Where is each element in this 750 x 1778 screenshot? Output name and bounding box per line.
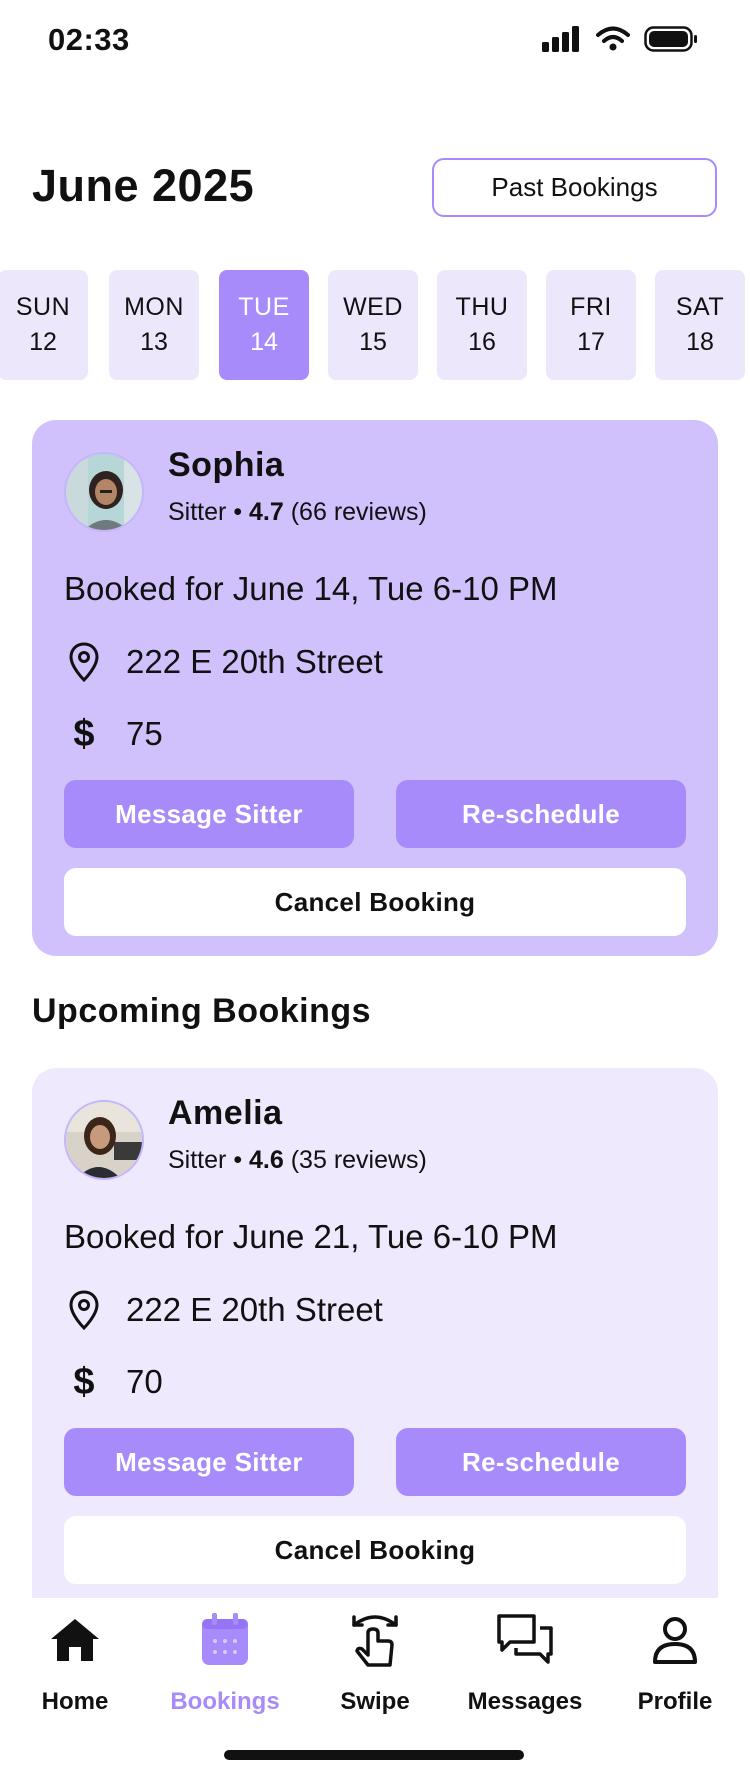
price-text: 70: [126, 1363, 163, 1400]
address-text: 222 E 20th Street: [126, 643, 383, 680]
sitter-reviews: (66 reviews): [290, 498, 427, 526]
day-name: MON: [124, 293, 184, 321]
separator-dot: •: [233, 1146, 250, 1174]
nav-label: Home: [41, 1688, 109, 1715]
nav-messages[interactable]: Messages: [450, 1610, 600, 1716]
bottom-nav: Home Bookings Swipe Messages Profile: [0, 1598, 750, 1778]
separator-dot: •: [233, 498, 250, 526]
battery-icon: [644, 26, 698, 57]
dollar-icon: $: [73, 712, 95, 755]
sitter-rating: 4.7: [249, 498, 284, 526]
day-tue-selected[interactable]: TUE 14: [219, 270, 309, 380]
day-sun[interactable]: SUN 12: [0, 270, 88, 380]
price-text: 75: [126, 715, 163, 752]
price-row: $ 75: [64, 712, 163, 756]
status-time: 02:33: [48, 22, 130, 57]
sitter-role: Sitter: [168, 498, 227, 526]
day-name: SAT: [675, 293, 725, 321]
sitter-meta: Sitter • 4.6 (35 reviews): [168, 1146, 427, 1175]
user-icon: [645, 1610, 705, 1670]
calendar-icon: [195, 1610, 255, 1670]
nav-label: Messages: [467, 1688, 583, 1715]
upcoming-booking-card: Amelia Sitter • 4.6 (35 reviews) Booked …: [32, 1068, 718, 1598]
sitter-name: Sophia: [168, 446, 285, 484]
day-name: SUN: [15, 293, 71, 321]
day-name: FRI: [570, 293, 612, 321]
reschedule-button[interactable]: Re-schedule: [396, 780, 686, 848]
avatar: [64, 1100, 144, 1180]
day-number: 16: [468, 328, 496, 356]
home-icon: [45, 1610, 105, 1670]
day-number: 18: [686, 328, 714, 356]
day-thu[interactable]: THU 16: [437, 270, 527, 380]
day-number: 17: [577, 328, 605, 356]
swipe-gesture-icon: [345, 1610, 405, 1670]
nav-swipe[interactable]: Swipe: [300, 1610, 450, 1716]
nav-label: Bookings: [170, 1688, 280, 1715]
nav-profile[interactable]: Profile: [600, 1610, 750, 1716]
booking-time: Booked for June 14, Tue 6-10 PM: [64, 570, 558, 607]
status-icons: [542, 26, 698, 57]
wifi-icon: [596, 26, 630, 57]
day-mon[interactable]: MON 13: [109, 270, 199, 380]
avatar: [64, 452, 144, 532]
sitter-name: Amelia: [168, 1094, 283, 1132]
nav-bookings[interactable]: Bookings: [150, 1610, 300, 1716]
sitter-role: Sitter: [168, 1146, 227, 1174]
chat-bubbles-icon: [495, 1610, 555, 1670]
day-sat[interactable]: SAT 18: [655, 270, 745, 380]
home-indicator: [224, 1750, 524, 1760]
status-bar: 02:33: [0, 0, 750, 90]
cellular-signal-icon: [542, 26, 582, 57]
sitter-reviews: (35 reviews): [290, 1146, 427, 1174]
day-name: TUE: [238, 293, 290, 321]
current-booking-card: Sophia Sitter • 4.7 (66 reviews) Booked …: [32, 420, 718, 956]
day-name: THU: [455, 293, 509, 321]
day-name: WED: [343, 293, 403, 321]
message-sitter-button[interactable]: Message Sitter: [64, 1428, 354, 1496]
location-pin-icon: [64, 640, 104, 684]
cancel-booking-button[interactable]: Cancel Booking: [64, 868, 686, 936]
nav-label: Profile: [637, 1688, 713, 1715]
past-bookings-button[interactable]: Past Bookings: [432, 158, 717, 217]
day-number: 14: [250, 328, 278, 356]
price-row: $ 70: [64, 1360, 163, 1404]
dollar-icon: $: [73, 1360, 95, 1403]
address-row: 222 E 20th Street: [64, 640, 383, 684]
booking-time: Booked for June 21, Tue 6-10 PM: [64, 1218, 558, 1255]
day-number: 12: [29, 328, 57, 356]
sitter-rating: 4.6: [249, 1146, 284, 1174]
day-number: 13: [140, 328, 168, 356]
sitter-meta: Sitter • 4.7 (66 reviews): [168, 498, 427, 527]
cancel-booking-button[interactable]: Cancel Booking: [64, 1516, 686, 1584]
month-title: June 2025: [32, 160, 255, 211]
location-pin-icon: [64, 1288, 104, 1332]
day-number: 15: [359, 328, 387, 356]
message-sitter-button[interactable]: Message Sitter: [64, 780, 354, 848]
nav-home[interactable]: Home: [0, 1610, 150, 1716]
reschedule-button[interactable]: Re-schedule: [396, 1428, 686, 1496]
address-text: 222 E 20th Street: [126, 1291, 383, 1328]
nav-label: Swipe: [340, 1688, 410, 1715]
address-row: 222 E 20th Street: [64, 1288, 383, 1332]
upcoming-bookings-heading: Upcoming Bookings: [32, 992, 372, 1030]
day-strip: SUN 12 MON 13 TUE 14 WED 15 THU 16 FRI 1…: [0, 270, 750, 380]
day-wed[interactable]: WED 15: [328, 270, 418, 380]
day-fri[interactable]: FRI 17: [546, 270, 636, 380]
